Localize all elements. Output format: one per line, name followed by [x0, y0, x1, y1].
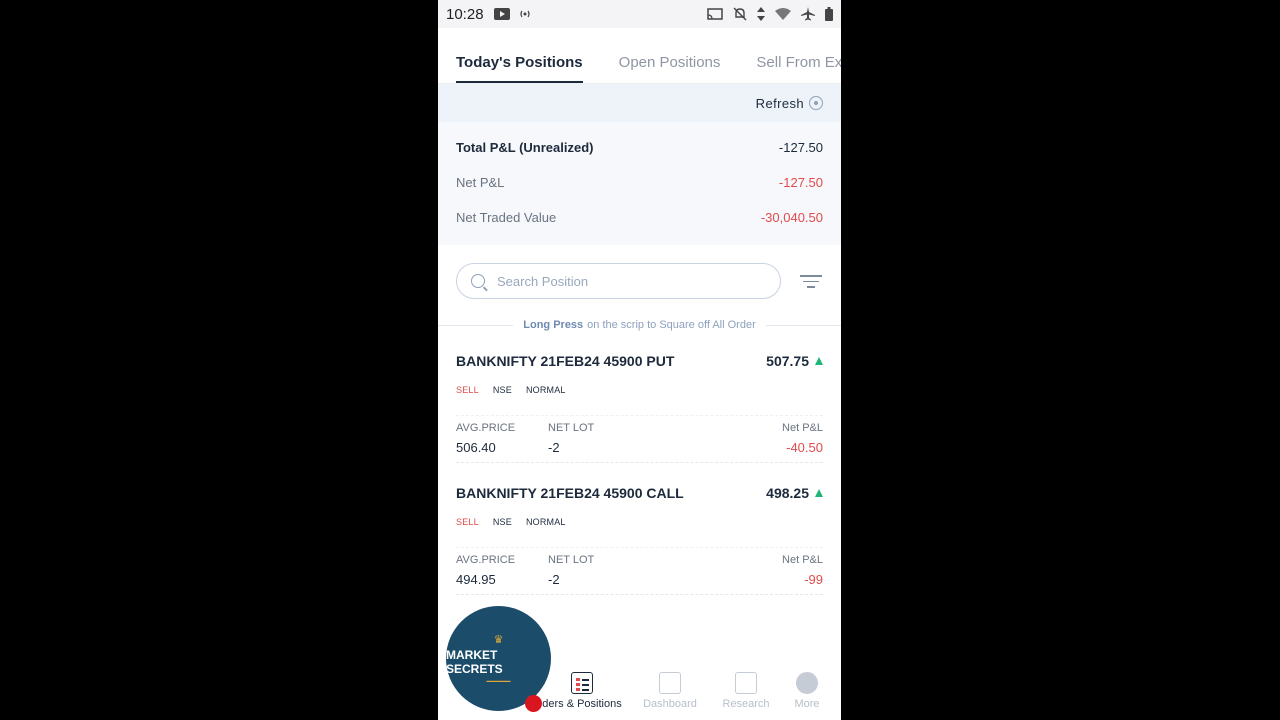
- position-pnl-label: Net P&L: [782, 422, 823, 434]
- refresh-icon: [809, 96, 823, 110]
- product-tag: NORMAL: [525, 517, 566, 527]
- position-card[interactable]: BANKNIFTY 21FEB24 45900 PUT 507.75 SELL …: [456, 331, 823, 463]
- nav-more[interactable]: More: [782, 672, 832, 710]
- position-name: BANKNIFTY 21FEB24 45900 CALL: [456, 485, 684, 501]
- hint-rest: on the scrip to Square off All Order: [587, 319, 756, 331]
- refresh-bar: Refresh: [438, 84, 841, 122]
- search-box[interactable]: [456, 263, 781, 299]
- net-lot-value: -2: [548, 572, 560, 587]
- side-tag: SELL: [456, 385, 479, 395]
- tab-open-positions[interactable]: Open Positions: [619, 54, 721, 83]
- total-pl-value: -127.50: [778, 140, 823, 155]
- nav-research-label: Research: [722, 698, 770, 710]
- position-ltp: 507.75: [766, 353, 823, 369]
- position-card[interactable]: BANKNIFTY 21FEB24 45900 CALL 498.25 SELL…: [456, 463, 823, 595]
- product-tag: NORMAL: [525, 385, 566, 395]
- search-row: [438, 245, 841, 299]
- hint-divider-left: [438, 324, 514, 326]
- avg-price-label: AVG.PRICE: [456, 422, 516, 434]
- positions-tabs: Today's Positions Open Positions Sell Fr…: [438, 28, 841, 84]
- position-pnl-value: -40.50: [786, 440, 823, 455]
- refresh-label: Refresh: [755, 95, 804, 111]
- avg-price-value: 506.40: [456, 440, 496, 455]
- nav-research[interactable]: Research: [716, 672, 776, 710]
- hint-divider-right: [765, 324, 841, 326]
- position-ltp-value: 498.25: [766, 485, 809, 501]
- nav-orders-positions[interactable]: ders & Positions: [542, 672, 622, 710]
- position-ltp: 498.25: [766, 485, 823, 501]
- cast-icon: [707, 7, 723, 21]
- wifi-icon: [775, 8, 791, 20]
- airplane-icon: [801, 7, 815, 21]
- refresh-button[interactable]: Refresh: [756, 96, 823, 111]
- side-tag: SELL: [456, 517, 479, 527]
- position-tags: SELL NSE NORMAL: [456, 517, 823, 527]
- nav-dashboard-label: Dashboard: [643, 698, 697, 710]
- positions-list: BANKNIFTY 21FEB24 45900 PUT 507.75 SELL …: [438, 331, 841, 595]
- pnl-summary: Total P&L (Unrealized) -127.50 Net P&L -…: [438, 122, 841, 245]
- book-icon: [735, 672, 757, 694]
- up-arrow-icon: [815, 489, 823, 497]
- net-lot-stat: NET LOT -2: [548, 422, 782, 455]
- total-pl-label: Total P&L (Unrealized): [456, 140, 594, 155]
- net-traded-value: -30,040.50: [760, 210, 823, 225]
- avg-price-stat: AVG.PRICE 494.95: [456, 554, 548, 587]
- net-pl-label: Net P&L: [456, 175, 505, 190]
- exchange-tag: NSE: [492, 517, 512, 527]
- hint-bold: Long Press: [523, 319, 584, 331]
- position-tags: SELL NSE NORMAL: [456, 385, 823, 395]
- tab-todays-positions[interactable]: Today's Positions: [456, 54, 583, 83]
- position-ltp-value: 507.75: [766, 353, 809, 369]
- broadcast-icon: [518, 9, 532, 19]
- hint-text: Long Press on the scrip to Square off All…: [513, 319, 765, 331]
- search-icon: [471, 274, 485, 288]
- more-icon: [796, 672, 818, 694]
- youtube-icon: [493, 8, 510, 20]
- data-arrows-icon: [757, 7, 765, 21]
- nav-more-label: More: [794, 698, 820, 710]
- position-pnl-stat: Net P&L -40.50: [782, 422, 823, 455]
- position-pnl-label: Net P&L: [782, 554, 823, 566]
- mute-icon: [733, 7, 747, 21]
- square-off-hint: Long Press on the scrip to Square off All…: [438, 319, 841, 331]
- search-input[interactable]: [497, 273, 747, 289]
- position-pnl-stat: Net P&L -99: [782, 554, 823, 587]
- avg-price-label: AVG.PRICE: [456, 554, 516, 566]
- net-lot-stat: NET LOT -2: [548, 554, 782, 587]
- net-pl-row: Net P&L -127.50: [456, 165, 823, 200]
- net-lot-label: NET LOT: [548, 554, 595, 566]
- net-traded-value-label: Net Traded Value: [456, 210, 557, 225]
- nav-dashboard[interactable]: Dashboard: [640, 672, 700, 710]
- crown-icon: ♛: [493, 633, 504, 646]
- logo-brand-text: MARKET SECRETS: [446, 647, 503, 676]
- logo-subline: ▬▬▬▬▬▬: [486, 677, 511, 683]
- status-bar: 10:28: [438, 0, 841, 28]
- tab-sell-from-ex[interactable]: Sell From Ex: [756, 54, 841, 83]
- net-lot-label: NET LOT: [548, 422, 595, 434]
- net-traded-value-row: Net Traded Value -30,040.50: [456, 200, 823, 235]
- position-name: BANKNIFTY 21FEB24 45900 PUT: [456, 353, 675, 369]
- avg-price-value: 494.95: [456, 572, 496, 587]
- filter-icon[interactable]: [799, 272, 823, 290]
- total-pl-row: Total P&L (Unrealized) -127.50: [456, 130, 823, 165]
- status-time: 10:28: [446, 5, 484, 23]
- exchange-tag: NSE: [492, 385, 512, 395]
- battery-icon: [825, 7, 833, 21]
- net-pl-value: -127.50: [778, 175, 823, 190]
- phone-screen: 10:28 Today's Positions Open Positions S…: [438, 0, 841, 720]
- up-arrow-icon: [815, 357, 823, 365]
- orders-list-icon: [571, 672, 593, 694]
- dashboard-icon: [659, 672, 681, 694]
- net-lot-value: -2: [548, 440, 560, 455]
- record-dot-icon: [525, 695, 542, 712]
- position-stats: AVG.PRICE 494.95 NET LOT -2 Net P&L -99: [456, 547, 823, 587]
- avg-price-stat: AVG.PRICE 506.40: [456, 422, 548, 455]
- nav-orders-positions-label: ders & Positions: [542, 698, 622, 710]
- position-stats: AVG.PRICE 506.40 NET LOT -2 Net P&L -40.…: [456, 415, 823, 455]
- position-pnl-value: -99: [804, 572, 823, 587]
